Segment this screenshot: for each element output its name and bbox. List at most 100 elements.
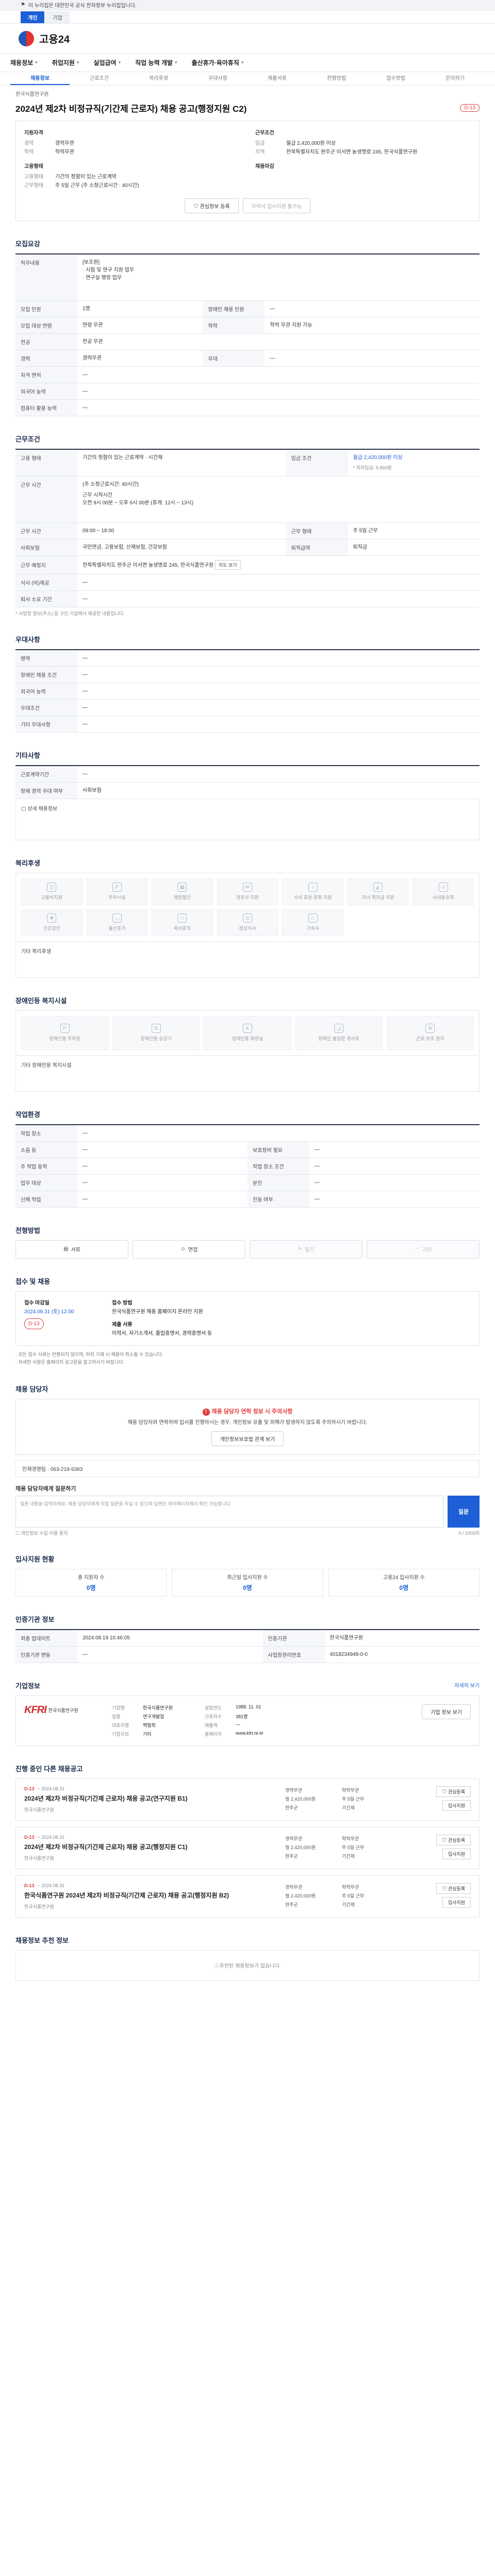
- save-job-button[interactable]: ♡ 관심등록: [436, 1786, 471, 1797]
- stat-total: 총 지원자 수 0명: [15, 1568, 167, 1597]
- interview-icon: ☺: [180, 1246, 186, 1252]
- interest-button[interactable]: ♡ 관심정보 등록: [184, 198, 239, 213]
- heart-icon: ♡: [193, 204, 200, 210]
- company-more-link[interactable]: 자세히 보기: [454, 1681, 480, 1689]
- job-card[interactable]: D-13 ~ 2024.08.31 2024년 제2차 비정규직(기간제 근로자)…: [15, 1778, 480, 1821]
- facility-item: ♿ 장애인용 화장실: [204, 1015, 291, 1050]
- job-card[interactable]: D-13 ~ 2024.08.31 한국식품연구원 2024년 제2차 비정규직(…: [15, 1875, 480, 1918]
- work-table: 고용 형태 기간의 정함이 있는 근로계약 · 시간제 임금 조건 월급 2,420,…: [15, 448, 480, 607]
- welfare-item: ◎ 점심식사: [217, 909, 278, 936]
- selection-written: ✎ 필기: [250, 1240, 362, 1259]
- summary-label: 지원자격: [24, 130, 43, 136]
- heart-icon: ♡: [442, 1789, 448, 1794]
- disability-etc-box: 기타 장애인용 복지시설: [15, 1055, 480, 1092]
- subtab-docs[interactable]: 제출서류: [248, 72, 307, 85]
- contact-line: 인재경영팀 · 063-219-9383: [15, 1460, 480, 1477]
- health-icon: ✚: [47, 913, 57, 923]
- job-title: 2024년 제2차 비정규직(기간제 근로자) 채용 공고(연구지원 B1): [24, 1794, 188, 1802]
- nav-unemployment[interactable]: 실업급여 ▾: [93, 58, 121, 67]
- heart-icon: ♡: [442, 1886, 448, 1891]
- section-disability: 장애인등 복지시설: [15, 996, 67, 1005]
- dday-badge: D-13: [460, 104, 480, 112]
- subtab-work[interactable]: 근로조건: [70, 72, 129, 85]
- save-job-button[interactable]: ♡ 관심등록: [436, 1834, 471, 1845]
- selection-other: ⋯ 기타: [367, 1240, 480, 1259]
- subtab-prefer[interactable]: 우대사항: [188, 72, 248, 85]
- resume-apply-button[interactable]: 이력서 입사지원 불가능: [242, 198, 311, 213]
- flag-icon: ⚑: [21, 2, 25, 8]
- recommend-empty: ⓘ 추천된 채용정보가 없습니다.: [15, 1950, 480, 1981]
- family-icon: ⚇: [177, 913, 187, 923]
- nav-support[interactable]: 취업지원 ▾: [52, 58, 79, 67]
- company-box: KFRI 한국식품연구원 기업명 한국식품연구원 설립연도 1988. 11. 01…: [15, 1695, 480, 1746]
- restroom-icon: ♿: [242, 1024, 252, 1033]
- summary-box: 지원자격 경력 경력무관 학력 학력무관 근무조건 임금 월급 2,420,000원 …: [15, 121, 480, 221]
- elevator-icon: ⇅: [151, 1024, 161, 1033]
- welfare-item: ◡ 출산휴가: [86, 909, 148, 936]
- privacy-law-button[interactable]: 개인정보보호법 관계 보기: [211, 1431, 284, 1446]
- apply-job-button[interactable]: 입사지원: [442, 1848, 471, 1859]
- apply-job-button[interactable]: 입사지원: [442, 1896, 471, 1908]
- disability-grid: P 장애인용 주차장 ⇅ 장애인용 승강기 ♿ 장애인용 화장실 ◿ 장애인 출입문 경…: [15, 1010, 480, 1056]
- subtab-selection[interactable]: 전형방법: [307, 72, 366, 85]
- welfare-item: ☺ 사내동호회: [412, 878, 474, 905]
- main-nav: 채용정보 ▾ 취업지원 ▾ 실업급여 ▾ 직업 능력 개발 ▾ 출산휴가·육아휴직 ▾: [0, 54, 495, 72]
- logo-icon[interactable]: [19, 30, 34, 46]
- nav-training[interactable]: 직업 능력 개발 ▾: [135, 58, 177, 67]
- device-icon: ⚙: [425, 1024, 435, 1033]
- job-title: 한국식품연구원 2024년 제2차 비정규직(기간제 근로자) 채용 공고(행정…: [24, 1891, 229, 1899]
- section-recommend: 채용정보 추천 정보: [15, 1936, 69, 1944]
- ask-label: 채용 담당자에게 질문하기: [15, 1485, 76, 1492]
- nav-jobs[interactable]: 채용정보 ▾: [10, 58, 38, 67]
- gov-banner: ⚑ 이 누리집은 대한민국 공식 전자정부 누리집입니다.: [0, 0, 495, 10]
- nav-leave[interactable]: 출산휴가·육아휴직 ▾: [192, 58, 244, 67]
- apply-dday-badge: D-13: [24, 1318, 44, 1329]
- recruit-table: 직무내용 [보조원] · 시험 및 연구 지원 업무 · 연구실 행정 업무 모집…: [15, 253, 480, 416]
- subtab-inquiry[interactable]: 문의하기: [425, 72, 485, 85]
- welfare-item: ⌂ 기숙사: [282, 909, 343, 936]
- subtab-recruit[interactable]: 채용정보: [10, 72, 70, 85]
- document-icon: ▤: [63, 1246, 69, 1252]
- apply-job-button[interactable]: 입사지원: [442, 1800, 471, 1811]
- save-job-button[interactable]: ♡ 관심등록: [436, 1883, 471, 1894]
- question-textarea[interactable]: 질문 내용을 입력하세요. 채용 담당자에게 직접 질문을 하실 수 있으며 답…: [15, 1495, 443, 1528]
- section-status: 인증기관 정보: [15, 1615, 55, 1623]
- page-title: 2024년 제2차 비정규직(기간제 근로자) 채용 공고(행정지원 C2): [15, 104, 247, 114]
- wheelchair-parking-icon: P: [60, 1024, 70, 1033]
- ramp-icon: ◿: [334, 1024, 344, 1033]
- tab-company[interactable]: 기업: [45, 11, 70, 23]
- prefer-table: 병역 — 장애인 채용 조건 — 외국어 능력 — 우대조건 — 기타 우대사항 —: [15, 649, 480, 733]
- logo-text[interactable]: 고용24: [39, 31, 70, 46]
- terms-checkbox[interactable]: ☐ 개인정보 수집·이용 동의: [15, 1530, 68, 1536]
- section-tabs: 채용정보 근로조건 복리후생 우대사항 제출서류 전형방법 접수방법 문의하기: [0, 72, 495, 86]
- section-applicants: 입사지원 현황: [15, 1555, 55, 1563]
- welfare-item: ⚇ 육아휴직: [152, 909, 213, 936]
- question-submit-button[interactable]: 질문: [448, 1495, 480, 1528]
- company-info-button[interactable]: 기업 정보 보기: [422, 1704, 471, 1719]
- section-inquiry: 채용 담당자: [15, 1385, 48, 1393]
- work-footnote: * 사업장 정보(주소) 등 구인 기업에서 제공한 내용입니다.: [15, 611, 125, 616]
- baby-icon: ◡: [112, 913, 122, 923]
- warning-icon: !: [202, 1408, 210, 1416]
- club-icon: ☺: [438, 883, 448, 892]
- gov-banner-text: 이 누리집은 대한민국 공식 전자정부 누리집입니다.: [28, 3, 137, 9]
- subtab-apply[interactable]: 접수방법: [366, 72, 425, 85]
- summary-label: 채용마감: [255, 164, 274, 170]
- welfare-item: ✉ 경조사 지원: [217, 878, 278, 905]
- welfare-item: ♪ 사내 휴양·문화 지원: [282, 878, 343, 905]
- summary-label: 근무조건: [255, 130, 274, 136]
- etc-detail-box: ▢ 상세 채용정보: [15, 799, 480, 840]
- welfare-item: ▦ 매장할인: [152, 878, 213, 905]
- parking-icon: P: [112, 883, 122, 892]
- bus-icon: ⊡: [47, 883, 57, 892]
- subtab-welfare[interactable]: 복리후생: [129, 72, 188, 85]
- tab-personal[interactable]: 개인: [21, 11, 45, 23]
- facility-item: ⇅ 장애인용 승강기: [112, 1015, 200, 1050]
- section-etc: 기타사항: [15, 751, 40, 759]
- store-icon: ▦: [177, 883, 187, 892]
- job-card[interactable]: D-13 ~ 2024.08.31 2024년 제2차 비정규직(기간제 근로자)…: [15, 1826, 480, 1869]
- section-work: 근무조건: [15, 435, 40, 443]
- meal-icon: ◎: [242, 913, 252, 923]
- chevron-down-icon: ▾: [35, 60, 38, 65]
- map-button[interactable]: 지도 보기: [214, 560, 241, 570]
